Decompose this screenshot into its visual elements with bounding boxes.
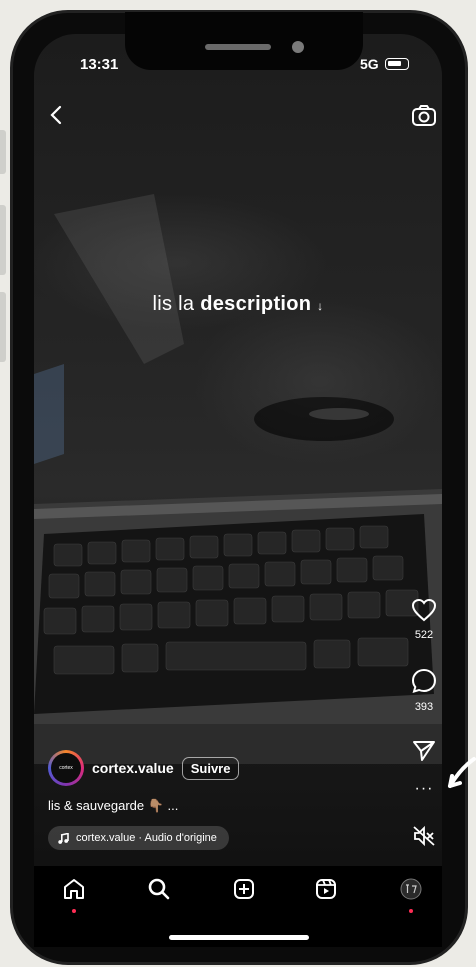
overlay-text-bold: description <box>200 293 312 315</box>
comment-action[interactable]: 393 <box>404 668 444 713</box>
username[interactable]: cortex.value <box>92 760 174 776</box>
more-options-icon[interactable]: ··· <box>404 780 444 798</box>
profile-icon[interactable] <box>395 873 427 913</box>
heart-icon[interactable] <box>411 598 437 622</box>
send-icon[interactable] <box>412 740 436 762</box>
camera-icon[interactable] <box>411 104 437 133</box>
front-camera <box>292 41 304 53</box>
overlay-arrow: ↓ <box>317 299 324 313</box>
audio-label: cortex.value · Audio d'origine <box>76 832 217 844</box>
overlay-text-normal: lis la <box>152 293 201 315</box>
comment-count: 393 <box>414 701 434 713</box>
home-icon[interactable] <box>58 873 90 913</box>
author-row: cortex cortex.value Suivre <box>48 750 240 786</box>
battery-icon <box>384 58 409 70</box>
reels-icon[interactable] <box>310 873 342 905</box>
home-notification-dot <box>72 909 76 913</box>
network-label: 5G <box>360 56 379 72</box>
share-action[interactable] <box>404 740 444 767</box>
profile-notification-dot <box>409 909 413 913</box>
earpiece-speaker <box>205 44 271 50</box>
reel-overlay-text: lis la description ↓ <box>34 293 442 316</box>
pointer-arrow-icon <box>446 756 476 797</box>
side-button-1 <box>0 130 6 174</box>
home-indicator[interactable] <box>169 935 309 940</box>
status-time: 13:31 <box>80 56 119 73</box>
back-arrow-icon[interactable] <box>48 104 64 131</box>
create-post-icon[interactable] <box>228 873 260 905</box>
camera-notch <box>125 12 363 70</box>
side-button-2 <box>0 205 6 275</box>
avatar[interactable]: cortex <box>48 750 84 786</box>
post-caption[interactable]: lis & sauvegarde 👇🏽 ... <box>48 798 178 814</box>
like-count: 522 <box>414 629 434 641</box>
like-action[interactable]: 522 <box>404 598 444 641</box>
side-button-3 <box>0 292 6 362</box>
mute-icon[interactable] <box>404 825 444 852</box>
status-right: 5G <box>360 56 409 72</box>
music-note-icon <box>58 832 69 844</box>
audio-chip[interactable]: cortex.value · Audio d'origine <box>48 826 229 850</box>
comment-icon[interactable] <box>411 668 437 694</box>
follow-button[interactable]: Suivre <box>181 756 240 780</box>
search-icon[interactable] <box>143 873 175 905</box>
avatar-label: cortex <box>51 753 81 783</box>
